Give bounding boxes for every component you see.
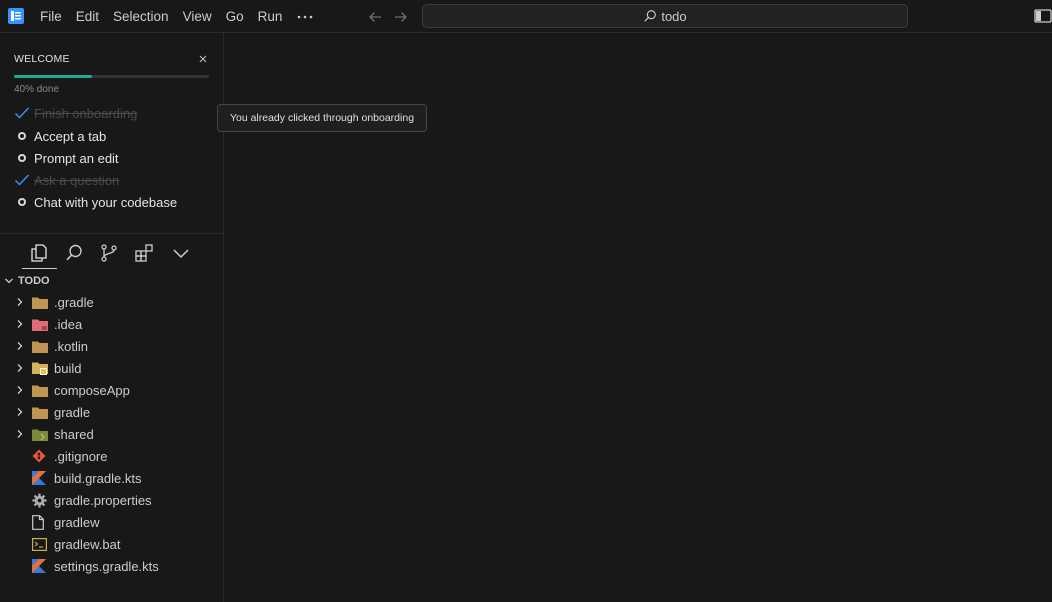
task-finish-onboarding[interactable]: Finish onboarding: [14, 103, 137, 123]
task-accept-a-tab[interactable]: Accept a tab: [14, 126, 106, 146]
menu-file[interactable]: File: [33, 6, 69, 28]
extensions-icon[interactable]: [134, 243, 154, 263]
menu-edit[interactable]: Edit: [69, 6, 106, 28]
toggle-sidebar-icon[interactable]: [1034, 8, 1052, 24]
close-icon[interactable]: [197, 53, 209, 65]
tree-file-row[interactable]: gradlew: [0, 511, 224, 533]
build-folder-icon: [32, 360, 50, 376]
tree-file-row[interactable]: .gitignore: [0, 445, 224, 467]
gear-icon: [32, 492, 50, 508]
chevron-right-icon: [15, 335, 29, 357]
tree-item-label: gradlew.bat: [54, 536, 121, 552]
git-icon: [32, 448, 50, 464]
back-arrow-icon[interactable]: [367, 9, 383, 25]
shared-folder-icon: [32, 426, 50, 442]
kotlin-icon: [32, 470, 50, 486]
tooltip-text: You already clicked through onboarding: [229, 112, 415, 124]
onboarding-tooltip: You already clicked through onboarding: [217, 104, 427, 132]
chevron-right-icon: [15, 313, 29, 335]
onboarding-progress-bar: [14, 75, 209, 78]
chevron-right-icon: [15, 291, 29, 313]
task-label: Finish onboarding: [34, 105, 138, 121]
task-label: Prompt an edit: [34, 150, 119, 166]
welcome-panel: WELCOME 40% done Finish onboarding Accep…: [0, 33, 224, 234]
more-menu-button[interactable]: [289, 6, 321, 28]
terminal-icon: [32, 536, 50, 552]
search-text: todo: [661, 8, 687, 24]
tree-item-label: composeApp: [54, 382, 130, 398]
tree-file-row[interactable]: gradle.properties: [0, 489, 224, 511]
menu-run[interactable]: Run: [251, 6, 290, 28]
tree-item-label: build.gradle.kts: [54, 470, 142, 486]
search-icon[interactable]: [64, 243, 84, 263]
task-label: Accept a tab: [34, 128, 107, 144]
tree-item-label: .kotlin: [54, 338, 88, 354]
circle-icon: [14, 192, 34, 212]
menu-view[interactable]: View: [176, 6, 219, 28]
file-icon: [32, 514, 50, 530]
chevron-down-icon[interactable]: [171, 243, 191, 263]
folder-icon: [32, 382, 50, 398]
explorer-root-header[interactable]: TODO: [0, 271, 224, 291]
tree-folder-row[interactable]: shared: [0, 423, 224, 445]
chevron-right-icon: [15, 423, 29, 445]
ellipsis-icon: [298, 15, 313, 18]
chevron-right-icon: [15, 401, 29, 423]
forward-arrow-icon[interactable]: [393, 9, 409, 25]
folder-icon: [32, 294, 50, 310]
tree-folder-row[interactable]: gradle: [0, 401, 224, 423]
task-chat-with-codebase[interactable]: Chat with your codebase: [14, 192, 177, 212]
tree-item-label: gradlew: [54, 514, 100, 530]
search-icon: [644, 10, 657, 22]
chevron-right-icon: [15, 357, 29, 379]
explorer-root-label: TODO: [18, 275, 50, 287]
circle-icon: [14, 126, 34, 146]
app-logo-icon: [8, 8, 24, 24]
tree-file-row[interactable]: gradlew.bat: [0, 533, 224, 555]
tree-file-row[interactable]: settings.gradle.kts: [0, 555, 224, 577]
menu-go[interactable]: Go: [219, 6, 251, 28]
tree-folder-row[interactable]: build: [0, 357, 224, 379]
tree-folder-row[interactable]: .gradle: [0, 291, 224, 313]
tree-folder-row[interactable]: .kotlin: [0, 335, 224, 357]
menu-selection[interactable]: Selection: [106, 6, 176, 28]
tree-item-label: shared: [54, 426, 94, 442]
task-ask-a-question[interactable]: Ask a question: [14, 170, 119, 190]
title-bar: File Edit Selection View Go Run todo: [0, 0, 1052, 33]
activity-bar: [0, 235, 224, 271]
task-label: Ask a question: [34, 172, 120, 188]
command-center-search[interactable]: todo: [422, 4, 908, 28]
idea-folder-icon: [32, 316, 50, 332]
welcome-title: WELCOME: [14, 53, 70, 65]
source-control-icon[interactable]: [99, 243, 119, 263]
tree-folder-row[interactable]: .idea: [0, 313, 224, 335]
check-icon: [14, 170, 34, 190]
explorer-icon[interactable]: [29, 243, 49, 263]
folder-icon: [32, 338, 50, 354]
chevron-right-icon: [15, 379, 29, 401]
chevron-down-icon: [0, 271, 18, 291]
active-indicator: [22, 268, 57, 269]
menu-bar: File Edit Selection View Go Run: [33, 0, 321, 33]
progress-label: 40% done: [14, 84, 60, 95]
folder-icon: [32, 404, 50, 420]
tree-item-label: .gitignore: [54, 448, 108, 464]
circle-icon: [14, 148, 34, 168]
task-label: Chat with your codebase: [34, 194, 178, 210]
tree-item-label: build: [54, 360, 82, 376]
check-icon: [14, 103, 34, 123]
progress-fill: [14, 75, 92, 78]
tree-item-label: gradle.properties: [54, 492, 152, 508]
kotlin-icon: [32, 558, 50, 574]
tree-item-label: .idea: [54, 316, 83, 332]
tree-item-label: settings.gradle.kts: [54, 558, 159, 574]
tree-item-label: .gradle: [54, 294, 94, 310]
tree-folder-row[interactable]: composeApp: [0, 379, 224, 401]
tree-item-label: gradle: [54, 404, 91, 420]
task-prompt-an-edit[interactable]: Prompt an edit: [14, 148, 119, 168]
tree-file-row[interactable]: build.gradle.kts: [0, 467, 224, 489]
sidebar: WELCOME 40% done Finish onboarding Accep…: [0, 33, 224, 602]
